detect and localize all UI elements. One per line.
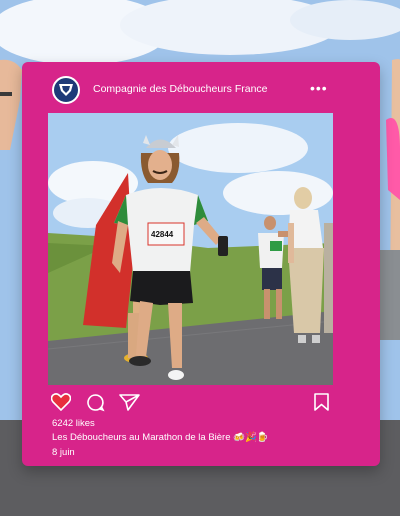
more-dots-icon[interactable]: •••: [310, 81, 328, 95]
likes-count[interactable]: 6242 likes: [52, 418, 95, 429]
bib-number: 42844: [151, 230, 174, 239]
account-name[interactable]: Compagnie des Déboucheurs France: [93, 83, 268, 95]
share-icon[interactable]: [119, 393, 140, 412]
shield-logo-icon: [59, 84, 73, 96]
account-avatar[interactable]: [52, 76, 80, 104]
bookmark-icon[interactable]: [313, 392, 330, 412]
photo-scene: 42844 Compagnie des Déboucheurs France •…: [0, 0, 400, 516]
photo-window: 42844: [48, 113, 333, 385]
post-date: 8 juin: [52, 447, 75, 458]
heart-icon[interactable]: [51, 393, 71, 411]
post-caption: Les Déboucheurs au Marathon de la Bière …: [52, 432, 269, 443]
runners-photo: 42844: [48, 113, 333, 385]
comment-icon[interactable]: [86, 393, 105, 412]
